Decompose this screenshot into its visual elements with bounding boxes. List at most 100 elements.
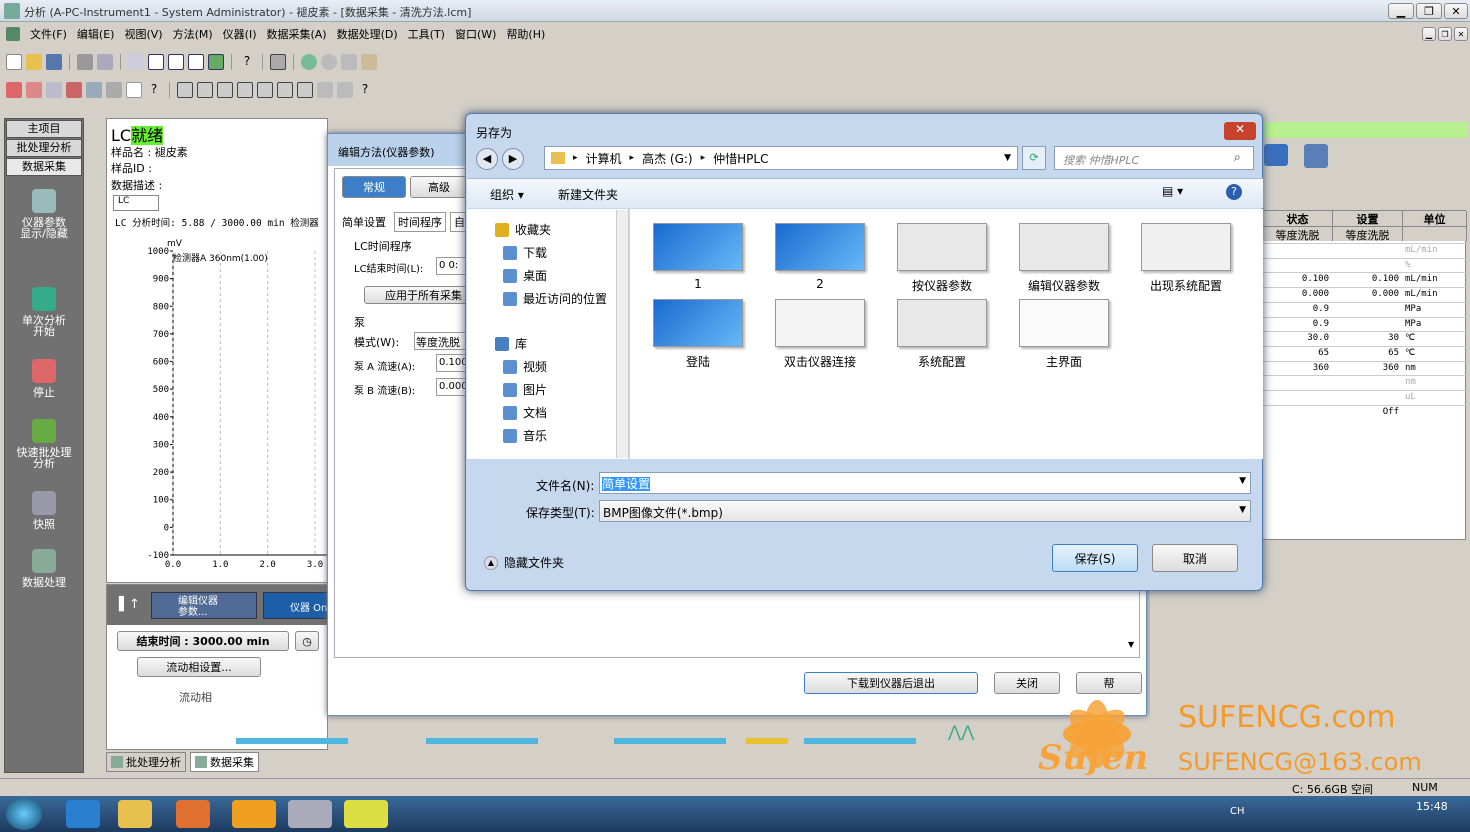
batch3-icon[interactable] — [46, 82, 62, 98]
breadcrumb-separator-icon[interactable]: ▸ — [573, 153, 578, 163]
lc-end-time-input[interactable]: 0 0: — [436, 257, 466, 275]
view-options-icon[interactable]: ▤ ▾ — [1162, 184, 1183, 198]
tab-general[interactable]: 常规 — [342, 176, 406, 198]
download-exit-button[interactable]: 下载到仪器后退出 — [804, 672, 978, 694]
menu-item-6[interactable]: 数据处理(D) — [337, 26, 398, 42]
tool1-icon[interactable] — [301, 54, 317, 70]
menu-item-1[interactable]: 编辑(E) — [77, 26, 115, 42]
save-button[interactable]: 保存(S) — [1052, 544, 1138, 572]
menu-item-9[interactable]: 帮助(H) — [506, 26, 545, 42]
nav-item[interactable]: 视频 — [503, 358, 547, 375]
method-icon[interactable] — [270, 54, 286, 70]
help-icon[interactable]: ? — [1226, 184, 1242, 200]
subtab-simple[interactable]: 简单设置 — [342, 214, 386, 232]
breadcrumb-item-2[interactable]: 仲惜HPLC — [713, 150, 768, 167]
open-icon[interactable] — [26, 54, 42, 70]
ime-indicator[interactable]: CH — [1230, 806, 1245, 817]
sidebar-item-4[interactable]: 快照 — [5, 491, 83, 530]
organize-button[interactable]: 组织 ▾ — [490, 186, 524, 203]
pump-a-input[interactable]: 0.100 — [436, 354, 466, 372]
file-item[interactable]: 系统配置 — [892, 299, 992, 370]
toggle-icon[interactable]: ▌↑ — [119, 597, 140, 612]
menu-item-2[interactable]: 视图(V) — [124, 26, 162, 42]
maximize-button[interactable]: ❐ — [1416, 3, 1442, 19]
end-time-button[interactable]: 结束时间 : 3000.00 min — [117, 631, 289, 651]
view1-icon[interactable] — [177, 82, 193, 98]
menu-item-5[interactable]: 数据采集(A) — [266, 26, 326, 42]
taskbar-app2-icon[interactable] — [288, 800, 332, 828]
batch1-icon[interactable] — [6, 82, 22, 98]
nav-item[interactable]: 下载 — [503, 244, 547, 261]
view8-icon[interactable] — [317, 82, 333, 98]
batch2-icon[interactable] — [26, 82, 42, 98]
menu-item-7[interactable]: 工具(T) — [408, 26, 445, 42]
breadcrumb-item-0[interactable]: 计算机 — [586, 150, 622, 167]
refresh-button[interactable]: ⟳ — [1022, 146, 1046, 170]
scrollbar-down-icon[interactable]: ▼ — [1128, 640, 1134, 649]
file-item[interactable]: 双击仪器连接 — [770, 299, 870, 370]
print-icon[interactable] — [77, 54, 93, 70]
file-item[interactable]: 按仪器参数 — [892, 223, 992, 294]
filename-dropdown-icon[interactable]: ▼ — [1239, 476, 1246, 486]
back-button[interactable]: ◀ — [476, 148, 498, 170]
nav-item[interactable]: 桌面 — [503, 267, 547, 284]
start-button[interactable] — [6, 798, 42, 830]
app-menu-icon[interactable] — [6, 27, 20, 41]
pump-b-input[interactable]: 0.000 — [436, 378, 466, 396]
sidebar-item-0[interactable]: 仪器参数 显示/隐藏 — [5, 189, 83, 239]
menu-item-3[interactable]: 方法(M) — [173, 26, 213, 42]
mdi-restore-button[interactable]: ❐ — [1438, 27, 1452, 41]
menu-item-4[interactable]: 仪器(I) — [223, 26, 257, 42]
subtab-time-program[interactable]: 时间程序 — [394, 212, 446, 232]
menu-item-8[interactable]: 窗口(W) — [455, 26, 496, 42]
view3-icon[interactable] — [217, 82, 233, 98]
address-dropdown-icon[interactable]: ▼ — [1004, 153, 1011, 163]
hide-folders-button[interactable]: ▲ 隐藏文件夹 — [484, 554, 564, 571]
chart-icon[interactable] — [126, 82, 142, 98]
help2-icon[interactable]: ? — [146, 82, 162, 98]
nav-item[interactable]: 图片 — [503, 381, 547, 398]
layout4-icon[interactable] — [208, 54, 224, 70]
apply-all-button[interactable]: 应用于所有采集 — [364, 286, 468, 304]
sidebar-tab-0[interactable]: 主项目 — [6, 120, 82, 138]
layout3-icon[interactable] — [188, 54, 204, 70]
tab-advanced[interactable]: 高级 — [410, 176, 468, 198]
tool2-icon[interactable] — [321, 54, 337, 70]
nav-group-0[interactable]: 收藏夹 — [495, 221, 551, 238]
batch5-icon[interactable] — [86, 82, 102, 98]
filetype-select[interactable]: BMP图像文件(*.bmp) ▼ — [599, 500, 1251, 522]
batch4-icon[interactable] — [66, 82, 82, 98]
new-folder-button[interactable]: 新建文件夹 — [558, 186, 618, 203]
nav-item[interactable]: 音乐 — [503, 427, 547, 444]
clock-icon[interactable]: ◷ — [295, 631, 319, 651]
mdi-minimize-button[interactable]: ▁ — [1422, 27, 1436, 41]
taskbar-media-icon[interactable] — [176, 800, 210, 828]
view9-icon[interactable] — [337, 82, 353, 98]
file-item[interactable]: 登陆 — [648, 299, 748, 370]
view6-icon[interactable] — [277, 82, 293, 98]
breadcrumb-separator-icon[interactable]: ▸ — [701, 153, 706, 163]
view2-icon[interactable] — [197, 82, 213, 98]
breadcrumb-separator-icon[interactable]: ▸ — [630, 153, 635, 163]
view5-icon[interactable] — [257, 82, 273, 98]
mdi-close-button[interactable]: ✕ — [1454, 27, 1468, 41]
sidebar-item-2[interactable]: 停止 — [5, 359, 83, 398]
filename-input[interactable]: 简单设置 ▼ — [599, 472, 1251, 494]
address-bar[interactable]: ▸ 计算机 ▸ 高杰 (G:) ▸ 仲惜HPLC ▼ — [544, 146, 1018, 170]
breadcrumb-item-1[interactable]: 高杰 (G:) — [642, 150, 693, 167]
menu-item-0[interactable]: 文件(F) — [30, 26, 67, 42]
sidebar-item-5[interactable]: 数据处理 — [5, 549, 83, 588]
taskbar-app1-icon[interactable] — [232, 800, 276, 828]
pump-icon[interactable] — [1264, 144, 1288, 166]
file-item[interactable]: 编辑仪器参数 — [1014, 223, 1114, 294]
help-icon[interactable]: ? — [239, 54, 255, 70]
vial-icon[interactable] — [1304, 144, 1328, 168]
cancel-button[interactable]: 取消 — [1152, 544, 1238, 572]
save-dialog-close-button[interactable]: ✕ — [1224, 122, 1256, 140]
file-item[interactable]: 1 — [648, 223, 748, 291]
save-icon[interactable] — [46, 54, 62, 70]
filetype-dropdown-icon[interactable]: ▼ — [1239, 505, 1246, 515]
instrument-on-button[interactable]: 仪器 On — [263, 592, 329, 619]
help3-icon[interactable]: ? — [357, 82, 373, 98]
close-button[interactable]: ✕ — [1444, 3, 1468, 19]
